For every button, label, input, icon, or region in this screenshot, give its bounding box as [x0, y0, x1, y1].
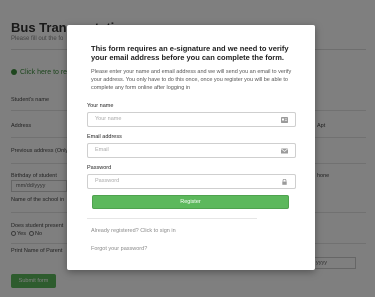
name-input[interactable]: Your name — [87, 112, 296, 127]
modal-heading: This form requires an e-signature and we… — [91, 44, 289, 62]
email-placeholder: Email — [95, 147, 109, 153]
email-label: Email address — [87, 134, 122, 140]
user-card-icon — [281, 117, 288, 123]
password-placeholder: Password — [95, 178, 120, 184]
envelope-icon — [281, 148, 288, 154]
register-button[interactable]: Register — [92, 195, 289, 209]
password-input[interactable]: Password — [87, 174, 296, 189]
email-input[interactable]: Email — [87, 143, 296, 158]
sign-in-link[interactable]: Already registered? Click to sign in — [91, 228, 176, 234]
verify-email-modal: This form requires an e-signature and we… — [67, 25, 315, 270]
forgot-password-link[interactable]: Forgot your password? — [91, 246, 147, 252]
modal-description: Please enter your name and email address… — [91, 69, 292, 91]
divider — [87, 218, 257, 219]
name-placeholder: Your name — [95, 116, 122, 122]
lock-icon — [282, 179, 287, 185]
name-label: Your name — [87, 103, 114, 109]
password-label: Password — [87, 165, 112, 171]
